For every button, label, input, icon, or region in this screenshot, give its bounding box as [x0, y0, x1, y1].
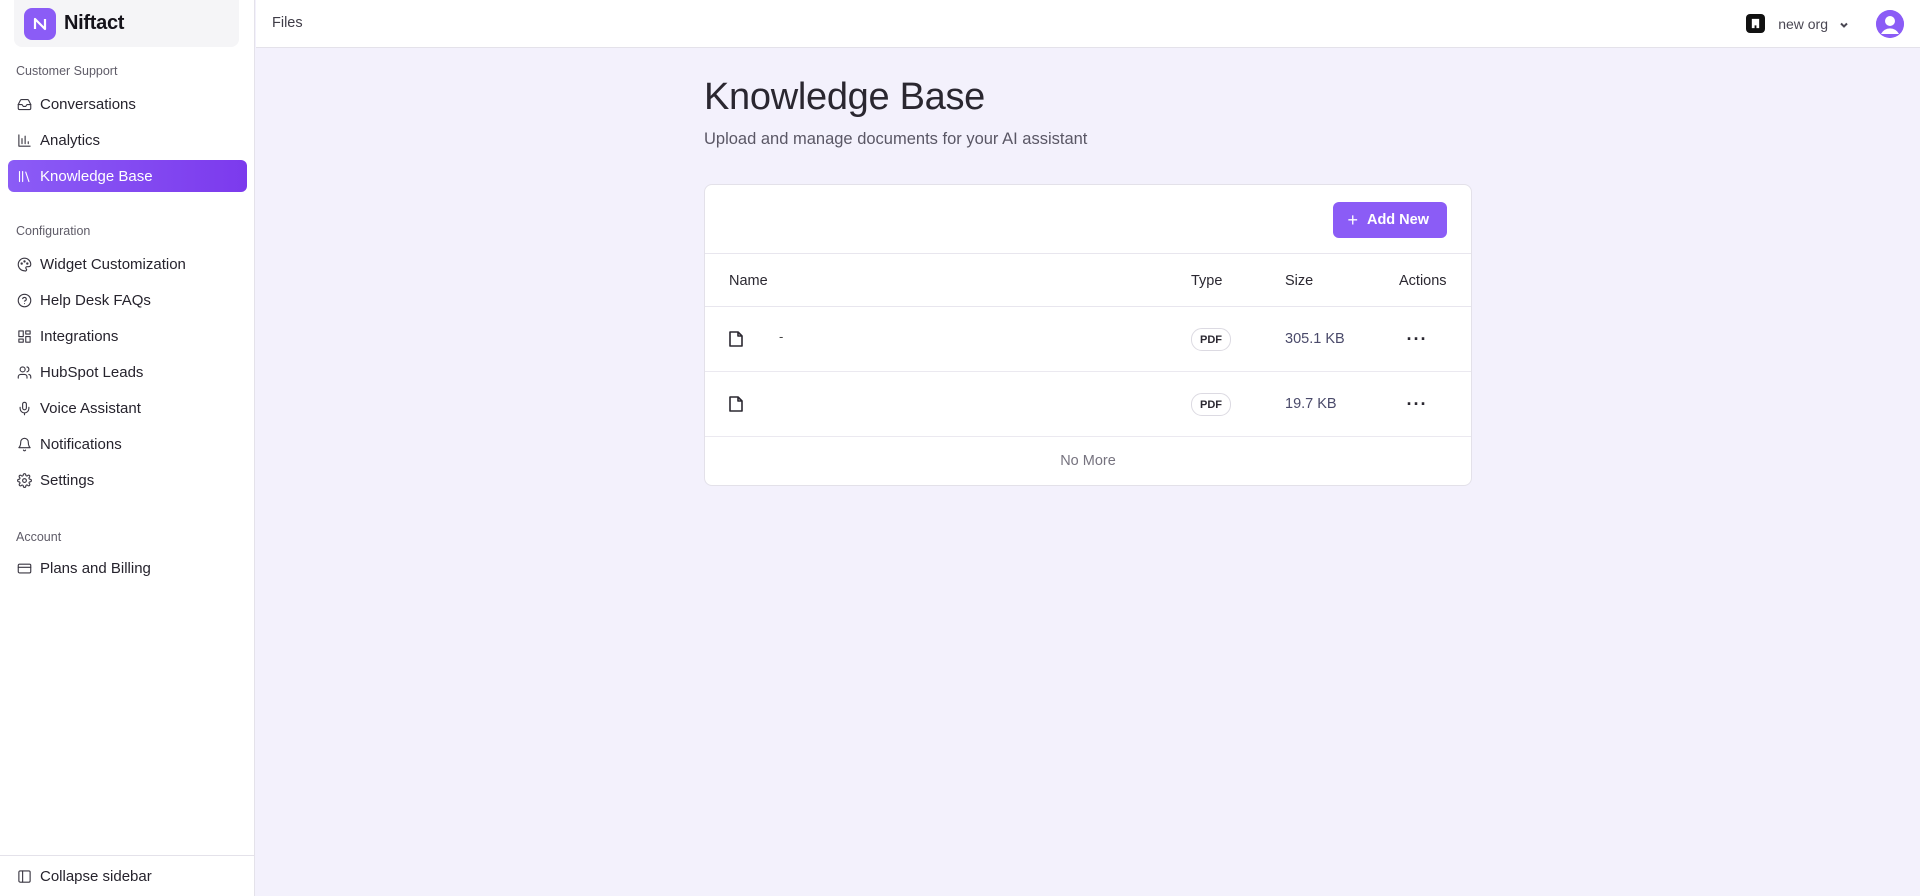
sidebar-item-label: Settings — [40, 471, 95, 489]
sidebar-item-label: Help Desk FAQs — [40, 291, 151, 309]
page-subtitle: Upload and manage documents for your AI … — [704, 130, 1088, 148]
file-icon — [729, 331, 743, 347]
sidebar-item-voice-assistant[interactable]: Voice Assistant — [8, 392, 247, 424]
sidebar-item-label: HubSpot Leads — [40, 363, 144, 381]
mic-icon — [16, 400, 32, 416]
sidebar-item-plans-and-billing[interactable]: Plans and Billing — [8, 552, 247, 584]
collapse-sidebar-button[interactable]: Collapse sidebar — [8, 860, 247, 892]
user-icon — [1876, 10, 1904, 38]
sidebar-item-conversations[interactable]: Conversations — [8, 88, 247, 120]
file-type-badge: PDF — [1191, 328, 1231, 351]
org-switcher[interactable]: new org — [1746, 14, 1850, 33]
sidebar-item-notifications[interactable]: Notifications — [8, 428, 247, 460]
brand[interactable]: Niftact — [14, 0, 239, 47]
sidebar-item-settings[interactable]: Settings — [8, 464, 247, 496]
file-type-badge: PDF — [1191, 393, 1231, 416]
gear-icon — [16, 472, 32, 488]
palette-icon — [16, 256, 32, 272]
bell-icon — [16, 436, 32, 452]
list-end-message: No More — [1060, 453, 1116, 469]
avatar[interactable] — [1876, 10, 1904, 38]
grid-icon — [16, 328, 32, 344]
sidebar-item-integrations[interactable]: Integrations — [8, 320, 247, 352]
brand-name: Niftact — [64, 12, 125, 34]
column-header-type[interactable]: Type — [1191, 273, 1222, 289]
credit-card-icon — [16, 560, 32, 576]
sidebar-item-analytics[interactable]: Analytics — [8, 124, 247, 156]
brand-logo — [24, 7, 56, 40]
column-header-actions: Actions — [1399, 273, 1447, 289]
sidebar-item-label: Conversations — [40, 95, 136, 113]
sidebar-item-label: Notifications — [40, 435, 122, 453]
brand-logo-icon — [33, 17, 47, 30]
section-label-configuration: Configuration — [16, 224, 91, 238]
table-row[interactable]: - PDF 305.1 KB ··· — [705, 307, 1471, 372]
sidebar-footer: Collapse sidebar — [0, 855, 255, 896]
file-icon — [729, 396, 743, 412]
library-icon — [16, 168, 32, 184]
users-icon — [16, 364, 32, 380]
sidebar-item-knowledge-base[interactable]: Knowledge Base — [8, 160, 247, 192]
sidebar: Niftact Customer Support Conversations A… — [0, 0, 255, 896]
page-title: Knowledge Base — [704, 76, 986, 118]
files-card: + Add New Name Type Size Actions - PDF 3… — [704, 184, 1472, 486]
column-header-name[interactable]: Name — [729, 273, 768, 289]
card-toolbar: + Add New — [705, 185, 1471, 254]
org-name: new org — [1778, 15, 1828, 32]
topbar: Files new org — [256, 0, 1920, 48]
file-size: 305.1 KB — [1285, 331, 1345, 347]
help-circle-icon — [16, 292, 32, 308]
sidebar-item-hubspot-leads[interactable]: HubSpot Leads — [8, 356, 247, 388]
sidebar-item-label: Widget Customization — [40, 255, 186, 273]
collapse-sidebar-label: Collapse sidebar — [40, 867, 152, 885]
add-new-button[interactable]: + Add New — [1333, 202, 1447, 238]
sidebar-item-help-desk-faqs[interactable]: Help Desk FAQs — [8, 284, 247, 316]
table-row[interactable]: PDF 19.7 KB ··· — [705, 372, 1471, 437]
panel-left-icon — [16, 868, 32, 884]
section-label-account: Account — [16, 530, 62, 544]
section-label-customer-support: Customer Support — [16, 64, 118, 78]
bar-chart-icon — [16, 132, 32, 148]
sidebar-item-label: Plans and Billing — [40, 559, 151, 577]
file-name[interactable]: - — [779, 329, 783, 344]
chevron-down-icon — [1838, 18, 1850, 30]
org-logo-icon — [1746, 14, 1766, 33]
file-size: 19.7 KB — [1285, 396, 1337, 412]
sidebar-item-label: Knowledge Base — [40, 167, 153, 185]
inbox-icon — [16, 96, 32, 112]
column-header-size[interactable]: Size — [1285, 273, 1313, 289]
add-new-label: Add New — [1366, 212, 1429, 228]
table-header: Name Type Size Actions — [705, 254, 1471, 307]
sidebar-item-label: Voice Assistant — [40, 399, 141, 417]
more-actions-icon[interactable]: ··· — [1405, 392, 1429, 416]
sidebar-item-label: Integrations — [40, 327, 119, 345]
sidebar-item-widget-customization[interactable]: Widget Customization — [8, 248, 247, 280]
plus-icon: + — [1347, 210, 1358, 230]
more-actions-icon[interactable]: ··· — [1405, 327, 1429, 351]
breadcrumb[interactable]: Files — [272, 15, 303, 31]
sidebar-item-label: Analytics — [40, 131, 101, 149]
